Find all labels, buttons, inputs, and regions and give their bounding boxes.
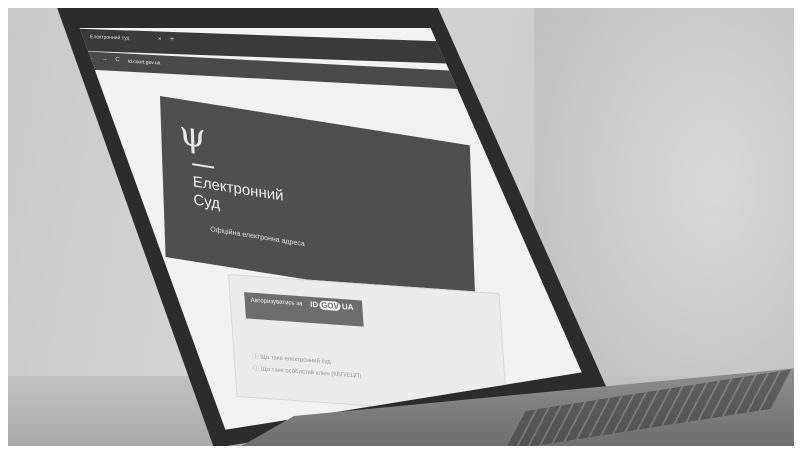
login-button-label: Авторизуватись за [250,297,303,308]
faq-link-2-label: Що таке особистий ключ (КЕП/ЕЦП) [260,366,362,380]
id-gov-badge: GOV [318,300,342,312]
id-gov-ua-logo: ID GOV UA [309,299,354,312]
page-subtitle: Офіційна електронна адреса [210,226,305,249]
faq-icon: ⓘ [253,366,260,373]
id-gov-suffix: UA [341,302,354,312]
trident-emblem-icon: ψ [178,112,207,158]
page-title: Електронний Суд [192,173,343,233]
faq-icon: ⓘ [252,353,259,361]
url-field[interactable]: id.court.gov.ua [128,59,160,67]
photo-frame: Електронний суд × + ← → C id.court.gov.u… [8,8,794,446]
faq-link-2[interactable]: ⓘ Що таке особистий ключ (КЕП/ЕЦП) [253,363,362,380]
id-gov-prefix: ID [309,299,319,310]
nav-arrows-icon[interactable]: ← → C [88,56,123,64]
close-icon[interactable]: × [158,36,162,42]
title-divider [192,163,215,169]
hero-banner: ψ Електронний Суд Офіційна електронна ад… [160,96,476,307]
new-tab-icon[interactable]: + [170,36,174,43]
browser-tab-title[interactable]: Електронний суд [90,34,129,41]
login-button[interactable]: Авторизуватись за ID GOV UA [244,292,364,327]
